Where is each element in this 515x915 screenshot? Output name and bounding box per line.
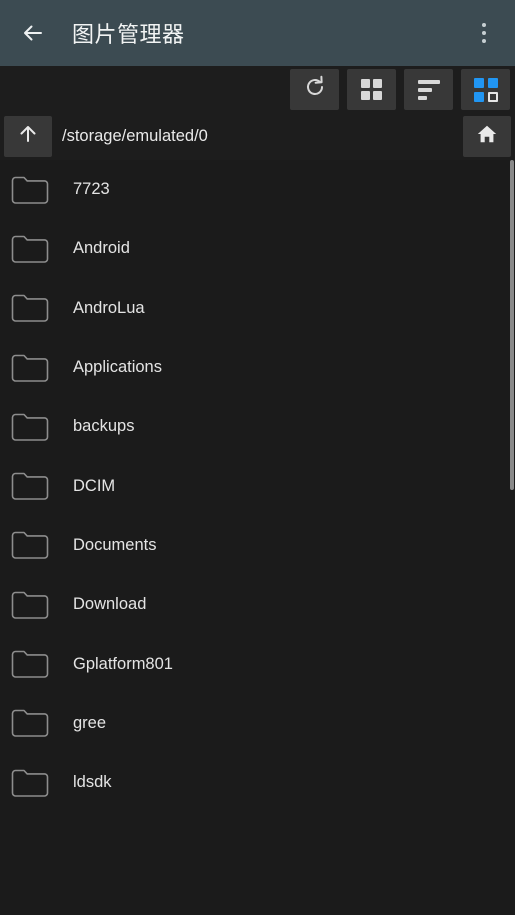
- folder-icon: [10, 767, 50, 799]
- list-item-label: 7723: [73, 180, 110, 199]
- current-path-text[interactable]: /storage/emulated/0: [62, 127, 463, 146]
- sort-icon: [417, 79, 440, 100]
- grid-view-icon: [361, 79, 382, 100]
- arrow-left-icon: [20, 20, 46, 46]
- list-item-label: Download: [73, 595, 147, 614]
- folder-icon: [10, 589, 50, 621]
- folder-icon: [10, 174, 50, 206]
- list-item-label: gree: [73, 713, 107, 732]
- multi-select-icon: [473, 77, 498, 102]
- folder-icon: [10, 352, 50, 384]
- list-item-label: AndroLua: [73, 298, 145, 317]
- folder-icon: [10, 648, 50, 680]
- multi-select-button[interactable]: [461, 69, 510, 110]
- list-item-label: backups: [73, 417, 135, 436]
- list-item[interactable]: Gplatform801: [0, 634, 515, 693]
- list-item[interactable]: backups: [0, 397, 515, 456]
- list-item[interactable]: 7723: [0, 160, 515, 219]
- folder-icon: [10, 292, 50, 324]
- scrollbar-thumb[interactable]: [510, 160, 514, 490]
- folder-icon: [10, 411, 50, 443]
- toolbar: [0, 66, 515, 113]
- folder-icon: [10, 470, 50, 502]
- title-bar: 图片管理器: [0, 0, 515, 66]
- folder-icon: [10, 233, 50, 265]
- scrollbar-track[interactable]: [510, 160, 515, 915]
- sort-button[interactable]: [404, 69, 453, 110]
- path-bar: /storage/emulated/0: [0, 113, 515, 160]
- app-screen: 图片管理器 /storage/emulated/0 7723 Android A…: [0, 0, 515, 915]
- file-list[interactable]: 7723 Android AndroLua Applications backups DC…: [0, 160, 515, 915]
- list-item[interactable]: Applications: [0, 338, 515, 397]
- more-vertical-icon-dot: [482, 31, 486, 35]
- list-item[interactable]: Android: [0, 219, 515, 278]
- refresh-icon: [303, 75, 327, 104]
- list-item-label: DCIM: [73, 476, 116, 495]
- list-item[interactable]: DCIM: [0, 456, 515, 515]
- refresh-button[interactable]: [290, 69, 339, 110]
- navigate-up-button[interactable]: [4, 116, 52, 157]
- list-item[interactable]: gree: [0, 694, 515, 753]
- folder-icon: [10, 529, 50, 561]
- overflow-menu-button[interactable]: [469, 15, 499, 51]
- page-title: 图片管理器: [72, 22, 185, 47]
- more-vertical-icon-dot: [482, 23, 486, 27]
- home-button[interactable]: [463, 116, 511, 157]
- grid-view-button[interactable]: [347, 69, 396, 110]
- list-item-label: Applications: [73, 358, 162, 377]
- list-item-label: Gplatform801: [73, 654, 173, 673]
- back-button[interactable]: [16, 16, 50, 50]
- home-icon: [476, 123, 498, 150]
- list-item-label: ldsdk: [73, 773, 112, 792]
- list-item[interactable]: AndroLua: [0, 279, 515, 338]
- list-item[interactable]: Download: [0, 575, 515, 634]
- arrow-up-icon: [16, 122, 40, 151]
- list-item[interactable]: Documents: [0, 516, 515, 575]
- more-vertical-icon-dot: [482, 39, 486, 43]
- list-item-label: Android: [73, 239, 130, 258]
- list-item-label: Documents: [73, 535, 157, 554]
- list-item[interactable]: ldsdk: [0, 753, 515, 812]
- folder-icon: [10, 707, 50, 739]
